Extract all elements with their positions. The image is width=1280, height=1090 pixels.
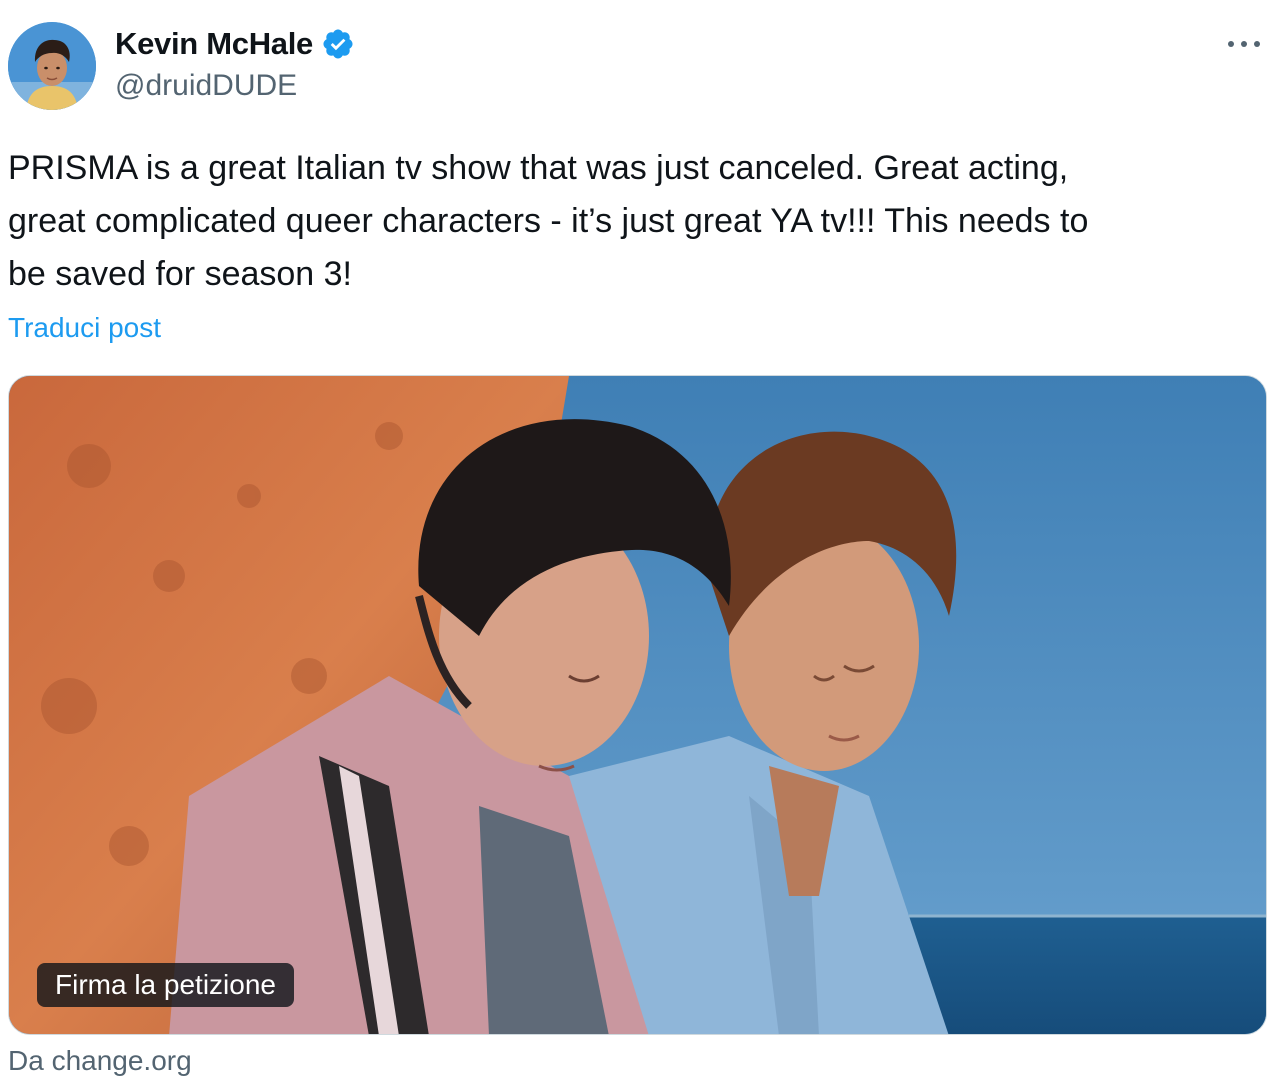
profile-photo-icon — [8, 22, 96, 110]
card-title-badge[interactable]: Firma la petizione — [37, 963, 294, 1007]
verified-badge-icon[interactable] — [321, 27, 355, 61]
user-handle[interactable]: @druidDUDE — [115, 69, 355, 103]
card-source-link[interactable]: Da change.org — [8, 1045, 192, 1077]
author-block: Kevin McHale @druidDUDE — [115, 24, 355, 103]
card-photo — [9, 376, 1266, 1034]
avatar[interactable] — [8, 22, 96, 110]
name-row: Kevin McHale — [115, 24, 355, 64]
more-options-button[interactable] — [1224, 32, 1264, 56]
display-name[interactable]: Kevin McHale — [115, 26, 313, 62]
translate-post-link[interactable]: Traduci post — [8, 312, 161, 344]
tweet-text: PRISMA is a great Italian tv show that w… — [8, 149, 1089, 293]
link-card-media[interactable]: Firma la petizione — [8, 375, 1267, 1035]
more-horizontal-icon — [1228, 41, 1260, 47]
